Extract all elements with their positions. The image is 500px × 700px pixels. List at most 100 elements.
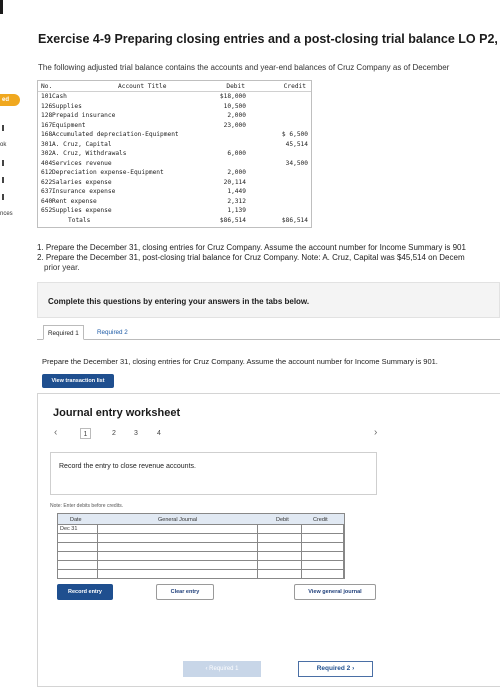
trial-balance-header: No. Account Title Debit Credit [38,81,311,92]
debit-amount: 23,000 [223,121,246,129]
record-entry-button[interactable]: Record entry [57,584,113,600]
account-number: 637 [41,188,53,195]
rail-highlight-tab[interactable]: ed [0,94,20,106]
account-title: Insurance expense [52,188,116,195]
journal-date-cell[interactable]: Dec 31 [58,525,98,534]
chevron-right-icon[interactable]: › [374,427,377,438]
journal-account-cell[interactable] [98,570,258,579]
rail-marker [2,177,6,183]
journal-credit-cell[interactable] [302,552,344,561]
rail-label[interactable]: nces [0,211,20,217]
journal-date-cell[interactable] [58,543,98,552]
account-title: Supplies expense [52,207,112,214]
view-general-journal-button[interactable]: View general journal [294,584,376,600]
debits-note: Note: Enter debits before credits. [50,503,124,509]
clear-entry-button[interactable]: Clear entry [156,584,214,600]
page-2-button[interactable]: 2 [112,430,116,437]
debit-amount: 6,000 [227,150,246,157]
journal-debit-cell[interactable] [258,561,302,570]
journal-debit-cell[interactable] [258,570,302,579]
instructions: 1. Prepare the December 31, closing entr… [37,243,500,273]
journal-account-cell[interactable] [98,534,258,543]
debit-amount: 20,114 [223,178,246,186]
next-required-button[interactable]: Required 2 › [298,661,373,677]
top-bar [0,0,500,14]
account-title: A. Cruz, Capital [52,140,112,148]
chevron-right-icon: › [350,665,355,672]
account-title: Totals [68,216,91,224]
journal-account-cell[interactable] [98,543,258,552]
trial-balance-row: 404 Services revenue 34,500 [38,160,311,168]
account-number: 652 [41,207,53,214]
next-required-label: Required 2 [316,665,351,672]
page-4-button[interactable]: 4 [157,430,161,437]
account-number: 404 [41,159,53,167]
trial-balance-row: 101 Cash $18,000 [38,93,311,101]
page-1-button[interactable]: 1 [80,428,91,439]
header-account: Account Title [118,83,167,90]
top-bar-edge [0,0,3,14]
page-3-button[interactable]: 3 [134,430,138,437]
rail-marker [2,160,6,166]
question-banner: Complete this questions by entering your… [37,282,500,318]
account-title: Accumulated depreciation-Equipment [52,131,179,138]
account-title: Services revenue [52,159,112,167]
debit-amount: 10,500 [223,102,246,110]
col-credit: Credit [313,517,328,523]
credit-amount: 45,514 [285,140,308,148]
journal-credit-cell[interactable] [302,561,344,570]
rail-label[interactable]: ok [0,142,20,148]
account-number: 612 [41,169,53,176]
entry-instruction: Record the entry to close revenue accoun… [59,463,196,470]
account-number: 101 [41,93,53,100]
journal-date-cell[interactable] [58,552,98,561]
trial-balance-row: 168 Accumulated depreciation-Equipment $ 6… [38,131,311,139]
col-general-journal: General Journal [158,517,198,523]
journal-credit-cell[interactable] [302,570,344,579]
header-no: No. [41,83,53,90]
account-number: 168 [41,131,53,138]
journal-debit-cell[interactable] [258,534,302,543]
debit-amount: $86,514 [219,216,246,224]
credit-amount: $86,514 [281,216,308,224]
journal-row [58,543,344,552]
trial-balance-row: 622 Salaries expense 20,114 [38,179,311,187]
debit-amount: 1,139 [227,207,246,214]
journal-debit-cell[interactable] [258,543,302,552]
account-number: 167 [41,121,53,129]
account-number: 128 [41,112,53,119]
credit-amount: $ 6,500 [281,131,308,138]
tab-required-2[interactable]: Required 2 [93,325,132,340]
requirement-tabs: Required 1 Required 2 [37,322,500,340]
journal-account-cell[interactable] [98,561,258,570]
account-title: Supplies [52,102,82,110]
journal-debit-cell[interactable] [258,552,302,561]
journal-credit-cell[interactable] [302,543,344,552]
debit-amount: 2,000 [227,112,246,119]
tab-required-1[interactable]: Required 1 [43,325,84,340]
debit-amount: $18,000 [219,93,246,100]
journal-account-cell[interactable] [98,525,258,534]
left-rail: ed ok nces [0,80,22,240]
journal-credit-cell[interactable] [302,525,344,534]
account-title: Depreciation expense-Equipment [52,169,164,176]
journal-account-cell[interactable] [98,552,258,561]
account-number: 301 [41,140,53,148]
journal-credit-cell[interactable] [302,534,344,543]
instruction-1: 1. Prepare the December 31, closing entr… [37,243,466,252]
journal-row [58,570,344,579]
view-transaction-list-button[interactable]: View transaction list [42,374,114,388]
exercise-title: Exercise 4-9 Preparing closing entries a… [38,32,500,46]
journal-debit-cell[interactable] [258,525,302,534]
trial-balance-table: No. Account Title Debit Credit 101 Cash $1… [37,80,312,228]
chevron-left-icon[interactable]: ‹ [54,427,57,438]
debit-amount: 2,312 [227,197,246,205]
journal-date-cell[interactable] [58,534,98,543]
journal-date-cell[interactable] [58,570,98,579]
trial-balance-row: Totals $86,514 $86,514 [38,217,311,225]
journal-row [58,552,344,561]
trial-balance-row: 612 Depreciation expense-Equipment 2,000 [38,169,311,177]
entry-instruction-box: Record the entry to close revenue accoun… [50,452,377,495]
prev-required-button[interactable]: ‹ Required 1 [183,661,261,677]
journal-date-cell[interactable] [58,561,98,570]
